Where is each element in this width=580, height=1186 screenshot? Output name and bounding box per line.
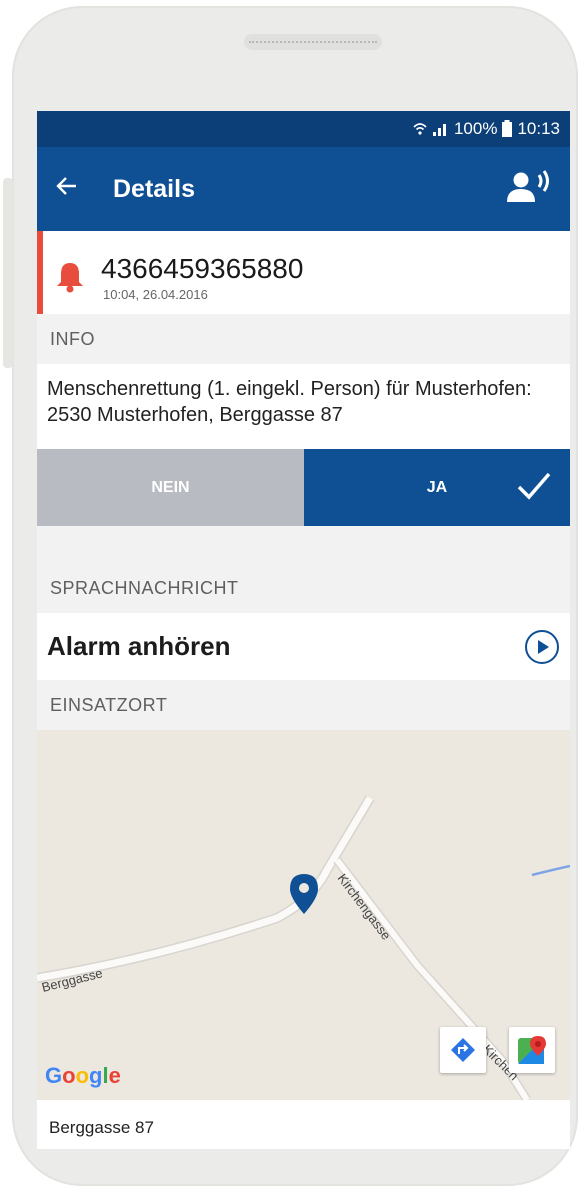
back-arrow-icon[interactable] xyxy=(55,172,95,206)
battery-percent: 100% xyxy=(453,119,498,138)
map-roads: Berggasse Kirchengasse Kirchen xyxy=(37,795,570,1100)
location-section-label: EINSATZORT xyxy=(50,694,168,715)
response-buttons: NEIN JA xyxy=(37,449,570,526)
street-label-kirchengasse: Kirchengasse xyxy=(335,871,394,943)
directions-icon xyxy=(451,1038,475,1062)
open-maps-button[interactable] xyxy=(509,1027,555,1073)
alert-header: 4366459365880 10:04, 26.04.2016 xyxy=(37,231,570,314)
page-title: Details xyxy=(113,174,195,203)
bell-icon xyxy=(57,263,83,293)
google-maps-icon xyxy=(518,1036,546,1064)
check-icon xyxy=(517,472,551,500)
play-alarm-label: Alarm anhören xyxy=(47,631,231,661)
location-map[interactable]: Berggasse Kirchengasse Kirchen Google xyxy=(37,730,570,1100)
voice-section-label: SPRACHNACHRICHT xyxy=(50,577,239,598)
battery-icon xyxy=(502,120,513,137)
app-screen: 100% 10:13 Details 4366459365880 10:04, … xyxy=(37,111,570,1149)
play-alarm-row[interactable]: Alarm anhören xyxy=(37,613,570,680)
phone-side-button xyxy=(3,178,13,368)
phone-speaker xyxy=(244,34,382,50)
wifi-call-icon xyxy=(413,123,427,135)
status-bar: 100% 10:13 xyxy=(37,111,570,147)
info-text: Menschenrettung (1. eingekl. Person) für… xyxy=(37,364,570,449)
google-logo: Google xyxy=(45,1063,121,1088)
ja-label: JA xyxy=(426,478,448,496)
location-address: Berggasse 87 xyxy=(37,1100,570,1149)
alert-timestamp: 10:04, 26.04.2016 xyxy=(103,287,208,302)
app-bar: Details xyxy=(37,147,570,231)
info-section-label: INFO xyxy=(50,328,95,349)
alert-number: 4366459365880 xyxy=(101,253,304,284)
directions-button[interactable] xyxy=(440,1027,486,1073)
ja-button[interactable]: JA xyxy=(304,449,570,526)
play-icon[interactable] xyxy=(524,629,560,665)
signal-icon xyxy=(432,124,446,136)
speaking-person-icon[interactable] xyxy=(506,169,550,208)
nein-button[interactable]: NEIN xyxy=(37,449,304,526)
clock: 10:13 xyxy=(517,119,560,138)
